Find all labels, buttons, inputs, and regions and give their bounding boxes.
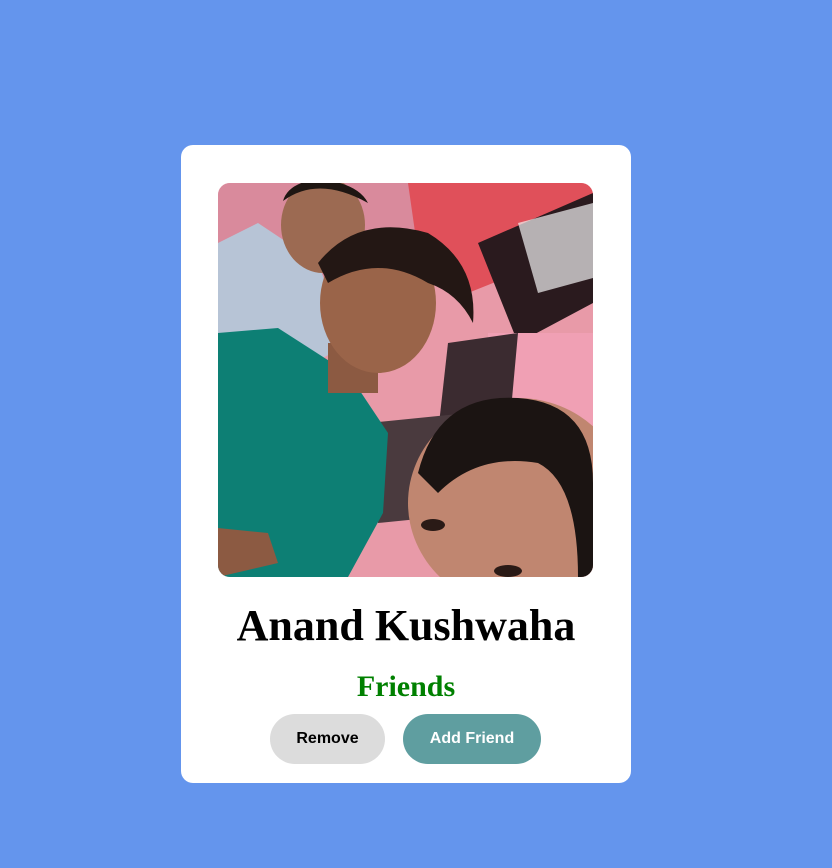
profile-card: Anand Kushwaha Friends Remove Add Friend (181, 145, 631, 783)
add-friend-button[interactable]: Add Friend (403, 714, 541, 764)
friendship-status: Friends (356, 670, 456, 703)
profile-name: Anand Kushwaha (236, 601, 576, 650)
remove-button[interactable]: Remove (270, 714, 385, 764)
profile-photo (218, 183, 593, 577)
